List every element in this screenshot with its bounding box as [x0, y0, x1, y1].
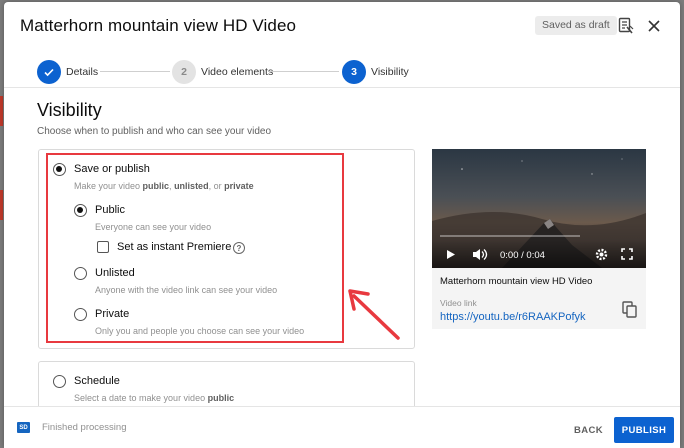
video-link-label: Video link [440, 298, 477, 308]
upload-dialog: Matterhorn mountain view HD Video Saved … [4, 2, 680, 448]
sd-quality-badge: SD [17, 422, 30, 433]
visibility-title: Visibility [37, 100, 102, 120]
upload-stepper: Details 2 Video elements 3 Visibility [4, 56, 680, 88]
schedule-desc: Select a date to make your video public [74, 393, 235, 403]
dialog-header: Matterhorn mountain view HD Video Saved … [4, 2, 680, 50]
dialog-footer: SD Finished processing BACK PUBLISH [4, 406, 680, 448]
step-video-elements-number[interactable]: 2 [172, 60, 196, 84]
step-video-elements-label[interactable]: Video elements [201, 66, 273, 78]
video-link[interactable]: https://youtu.be/r6RAAKPofyk [440, 311, 586, 323]
copy-icon[interactable] [622, 301, 638, 319]
step-connector [269, 71, 339, 72]
video-time: 0:00 / 0:04 [500, 250, 545, 261]
publish-button[interactable]: PUBLISH [614, 417, 674, 443]
video-name: Matterhorn mountain view HD Video [440, 276, 593, 287]
fullscreen-icon[interactable] [621, 248, 633, 260]
schedule-label[interactable]: Schedule [74, 375, 120, 387]
volume-icon[interactable] [472, 248, 488, 261]
processing-status: Finished processing [42, 422, 127, 433]
step-visibility-label[interactable]: Visibility [371, 66, 409, 78]
annotation-arrow-icon [348, 289, 400, 340]
play-icon[interactable] [446, 249, 456, 260]
video-progress-bar[interactable] [440, 235, 580, 237]
step-details-check-icon[interactable] [37, 60, 61, 84]
saved-draft-badge: Saved as draft [535, 16, 617, 35]
video-preview-card: 0:00 / 0:04 Matterhorn mountain view HD … [432, 149, 646, 329]
video-controls: 0:00 / 0:04 [432, 240, 646, 268]
feedback-icon[interactable] [615, 15, 637, 37]
step-connector [100, 71, 170, 72]
background-red-edge [0, 96, 3, 126]
dialog-title: Matterhorn mountain view HD Video [20, 16, 297, 35]
background-red-edge [0, 190, 3, 220]
visibility-subtitle: Choose when to publish and who can see y… [37, 126, 272, 137]
step-details-label[interactable]: Details [66, 66, 98, 78]
step-visibility-number[interactable]: 3 [342, 60, 366, 84]
settings-gear-icon[interactable] [595, 248, 608, 261]
video-player[interactable]: 0:00 / 0:04 [432, 149, 646, 268]
highlight-box [46, 153, 344, 343]
back-button[interactable]: BACK [568, 418, 609, 442]
schedule-radio[interactable] [53, 375, 66, 388]
close-icon[interactable] [643, 15, 665, 37]
